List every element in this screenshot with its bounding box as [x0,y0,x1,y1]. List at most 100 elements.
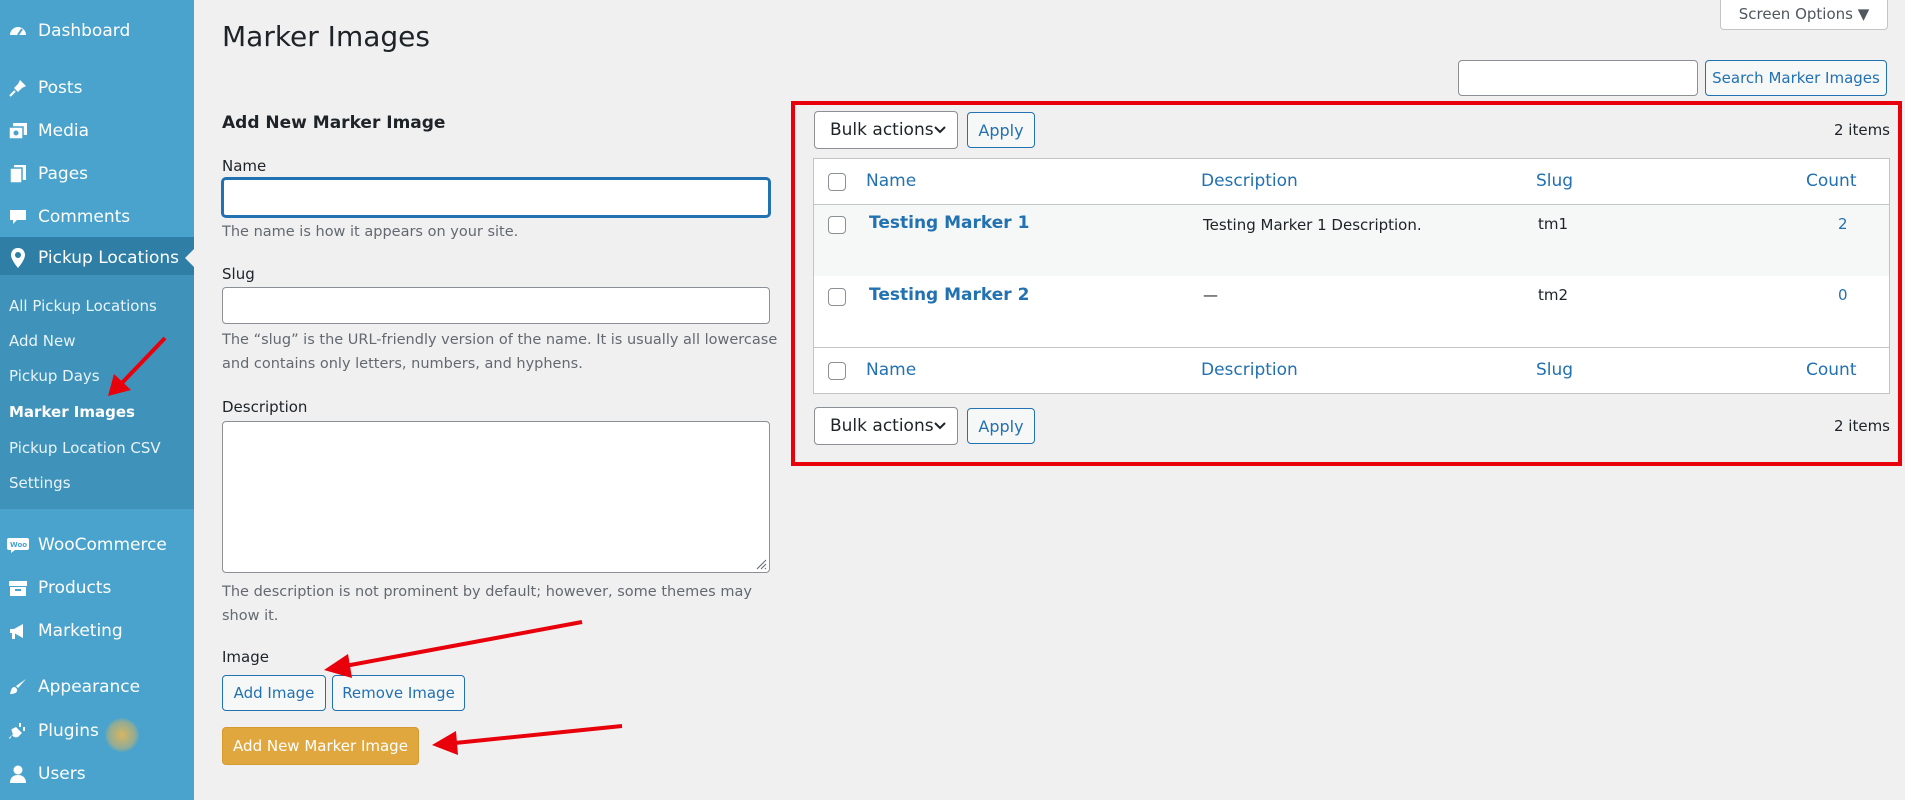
description-help-text-line-1: The description is not prominent by defa… [222,584,752,600]
submenu-item-pickup-days[interactable]: Pickup Days [9,367,100,385]
menu-item-appearance[interactable]: Appearance [0,667,194,707]
location-icon [6,246,30,270]
column-header-slug[interactable]: Slug [1536,171,1573,191]
row-count-link[interactable]: 2 [1838,215,1848,233]
comment-icon [6,205,30,229]
select-all-checkbox[interactable] [828,173,846,191]
add-image-button[interactable]: Add Image [222,675,326,711]
pages-icon [6,162,30,186]
bulk-actions-select-top[interactable]: Bulk actions [814,111,958,149]
chevron-down-icon [934,422,946,430]
menu-label: Media [38,121,90,141]
menu-item-marketing[interactable]: Marketing [0,611,194,651]
arrow-image-field-icon [324,620,583,678]
column-footer-name[interactable]: Name [866,360,916,380]
admin-sidebar: Dashboard Posts Media Pages Comments Pic… [0,0,194,800]
submenu-item-settings[interactable]: Settings [9,474,71,492]
table-footer-row: Name Description Slug Count [814,348,1889,393]
menu-label: Posts [38,78,83,98]
menu-item-posts[interactable]: Posts [0,68,194,108]
row-name-link[interactable]: Testing Marker 2 [869,285,1029,305]
menu-item-pickup-locations[interactable]: Pickup Locations [0,237,194,278]
archive-icon [6,576,30,600]
column-header-count[interactable]: Count [1806,171,1857,191]
column-footer-description[interactable]: Description [1201,360,1298,380]
search-input[interactable] [1458,60,1698,96]
slug-help-text-line-1: The “slug” is the URL-friendly version o… [222,332,778,348]
dashboard-icon [6,19,30,43]
column-header-name[interactable]: Name [866,171,916,191]
table-row: Testing Marker 1 Testing Marker 1 Descri… [814,205,1889,276]
menu-item-comments[interactable]: Comments [0,197,194,237]
apply-button-bottom[interactable]: Apply [967,408,1035,444]
column-footer-count[interactable]: Count [1806,360,1857,380]
row-slug: tm2 [1538,286,1569,304]
name-help-text: The name is how it appears on your site. [222,224,519,240]
remove-image-button[interactable]: Remove Image [332,675,465,711]
submenu-item-marker-images[interactable]: Marker Images [9,403,135,421]
bulk-actions-value: Bulk actions [830,416,934,436]
menu-label: Plugins [38,721,99,741]
submenu-item-add-new[interactable]: Add New [9,332,76,350]
menu-label: Products [38,578,112,598]
menu-label: Marketing [38,621,123,641]
form-heading: Add New Marker Image [222,113,446,133]
select-all-checkbox-footer[interactable] [828,362,846,380]
row-description: Testing Marker 1 Description. [1203,216,1422,234]
table-header-row: Name Description Slug Count [814,159,1889,205]
row-checkbox[interactable] [828,288,846,306]
menu-item-pages[interactable]: Pages [0,154,194,194]
row-name-link[interactable]: Testing Marker 1 [869,213,1029,233]
slug-input[interactable] [222,287,770,324]
menu-item-plugins[interactable]: Plugins [0,711,194,751]
row-checkbox[interactable] [828,216,846,234]
menu-label: Users [38,764,86,784]
menu-label: WooCommerce [38,535,167,555]
user-icon [6,762,30,786]
pin-icon [6,76,30,100]
submenu-item-all-pickup-locations[interactable]: All Pickup Locations [9,297,157,315]
page-title: Marker Images [222,20,430,53]
row-count-link[interactable]: 0 [1838,286,1848,304]
menu-item-dashboard[interactable]: Dashboard [0,11,194,51]
megaphone-icon [6,619,30,643]
bulk-actions-select-bottom[interactable]: Bulk actions [814,407,958,445]
pickup-locations-submenu: All Pickup Locations Add New Pickup Days… [0,275,194,509]
apply-button-top[interactable]: Apply [967,112,1035,148]
menu-label: Pages [38,164,89,184]
resize-grip-icon[interactable] [755,558,767,570]
add-new-marker-image-button[interactable]: Add New Marker Image [222,727,419,765]
woo-icon: Woo [6,533,30,557]
submenu-item-pickup-location-csv[interactable]: Pickup Location CSV [9,439,161,457]
svg-text:Woo: Woo [10,541,27,549]
current-menu-arrow-icon [185,249,194,267]
menu-item-woocommerce[interactable]: Woo WooCommerce [0,525,194,565]
brush-icon [6,675,30,699]
description-help-text-line-2: show it. [222,608,279,624]
menu-item-products[interactable]: Products [0,568,194,608]
slug-help-text-line-2: and contains only letters, numbers, and … [222,356,583,372]
menu-item-users[interactable]: Users [0,754,194,794]
marker-images-table: Name Description Slug Count Testing Mark… [813,158,1890,394]
plugins-update-badge [105,718,139,752]
menu-label: Appearance [38,677,141,697]
arrow-submit-button-icon [432,724,623,755]
menu-item-media[interactable]: Media [0,111,194,151]
column-footer-slug[interactable]: Slug [1536,360,1573,380]
screen-options-button[interactable]: Screen Options ▼ [1720,0,1888,30]
row-slug: tm1 [1538,215,1569,233]
bulk-actions-value: Bulk actions [830,120,934,140]
media-icon [6,119,30,143]
table-row: Testing Marker 2 — tm2 0 [814,276,1889,348]
row-description: — [1203,286,1218,304]
items-count-bottom: 2 items [1833,417,1890,435]
image-label: Image [222,648,269,666]
slug-label: Slug [222,265,255,283]
description-label: Description [222,398,308,416]
search-marker-images-button[interactable]: Search Marker Images [1705,60,1887,96]
description-textarea[interactable] [222,421,770,573]
items-count-top: 2 items [1833,121,1890,139]
name-input[interactable] [222,178,770,217]
plugin-icon [6,719,30,743]
column-header-description[interactable]: Description [1201,171,1298,191]
